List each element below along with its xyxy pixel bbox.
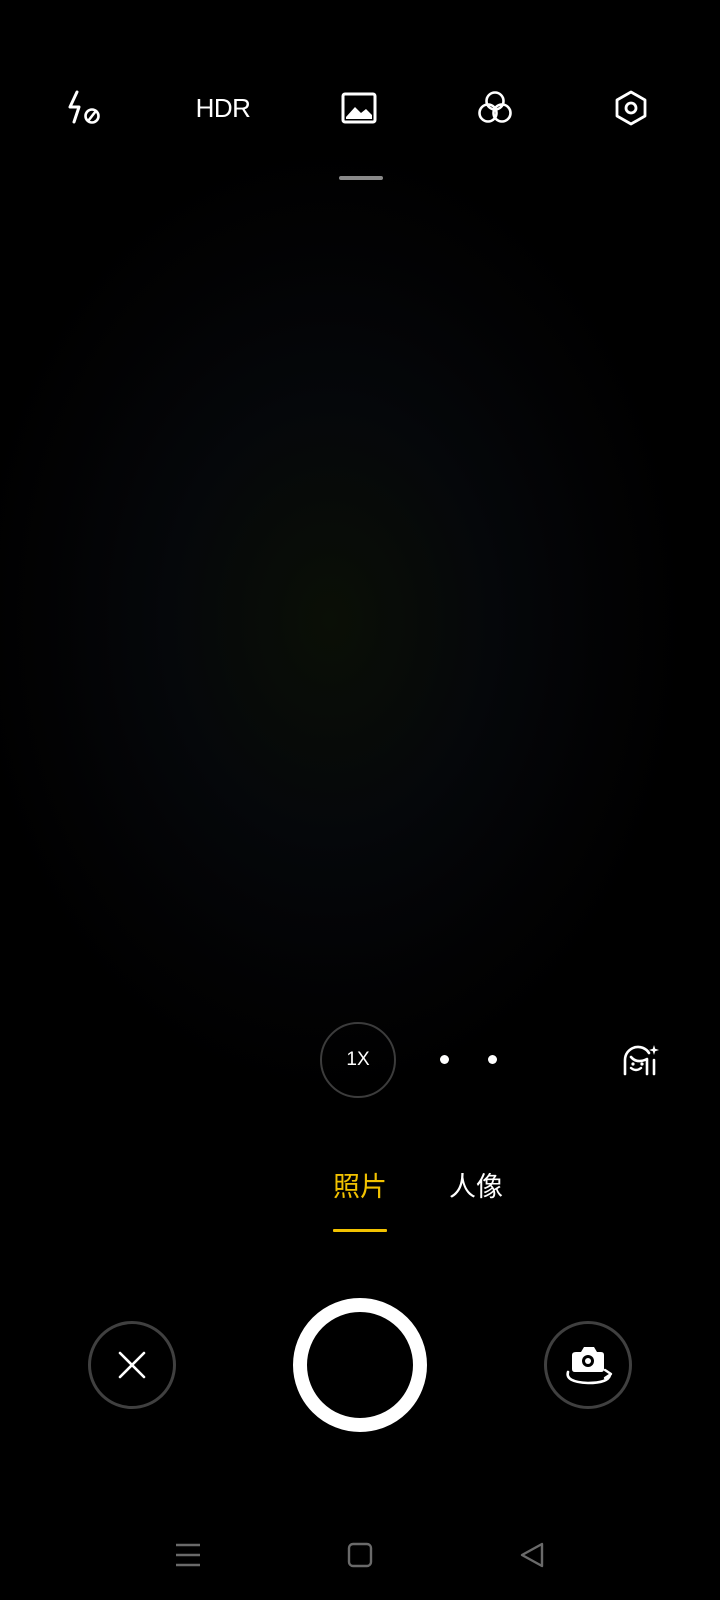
back-button[interactable] <box>502 1530 562 1580</box>
image-frame-icon <box>341 92 377 124</box>
mode-portrait[interactable]: 人像 <box>449 1170 503 1206</box>
close-button[interactable] <box>88 1321 176 1409</box>
flash-off-button[interactable] <box>52 78 122 138</box>
back-triangle-icon <box>520 1542 544 1568</box>
drag-handle[interactable] <box>339 176 383 180</box>
flash-off-icon <box>68 90 100 124</box>
switch-camera-button[interactable] <box>544 1321 632 1409</box>
hdr-label: HDR <box>195 92 251 123</box>
hdr-button[interactable]: HDR <box>188 78 258 138</box>
aspect-ratio-button[interactable] <box>324 78 394 138</box>
camera-flip-icon <box>566 1347 613 1385</box>
recent-apps-button[interactable] <box>158 1530 218 1580</box>
settings-button[interactable] <box>596 78 666 138</box>
zoom-level-dot[interactable] <box>488 1055 497 1064</box>
beauty-mode-button[interactable] <box>616 1038 664 1082</box>
filter-button[interactable] <box>460 78 530 138</box>
active-mode-indicator <box>333 1229 387 1232</box>
menu-lines-icon <box>176 1543 200 1567</box>
camera-top-bar: HDR <box>0 78 720 138</box>
zoom-row: 1X <box>0 1020 720 1104</box>
mode-photo[interactable]: 照片 <box>333 1170 387 1206</box>
home-square-icon <box>347 1542 373 1568</box>
camera-mode-selector: 照片 人像 <box>0 1170 720 1230</box>
camera-controls <box>0 1298 720 1433</box>
zoom-1x-button[interactable]: 1X <box>320 1022 396 1098</box>
face-beauty-icon <box>623 1045 659 1076</box>
shutter-button[interactable] <box>293 1298 427 1432</box>
settings-hexagon-icon <box>615 90 647 126</box>
system-navigation-bar <box>0 1530 720 1580</box>
home-button[interactable] <box>330 1530 390 1580</box>
close-x-icon <box>118 1351 146 1379</box>
zoom-level-dot[interactable] <box>440 1055 449 1064</box>
filter-circles-icon <box>478 91 512 123</box>
